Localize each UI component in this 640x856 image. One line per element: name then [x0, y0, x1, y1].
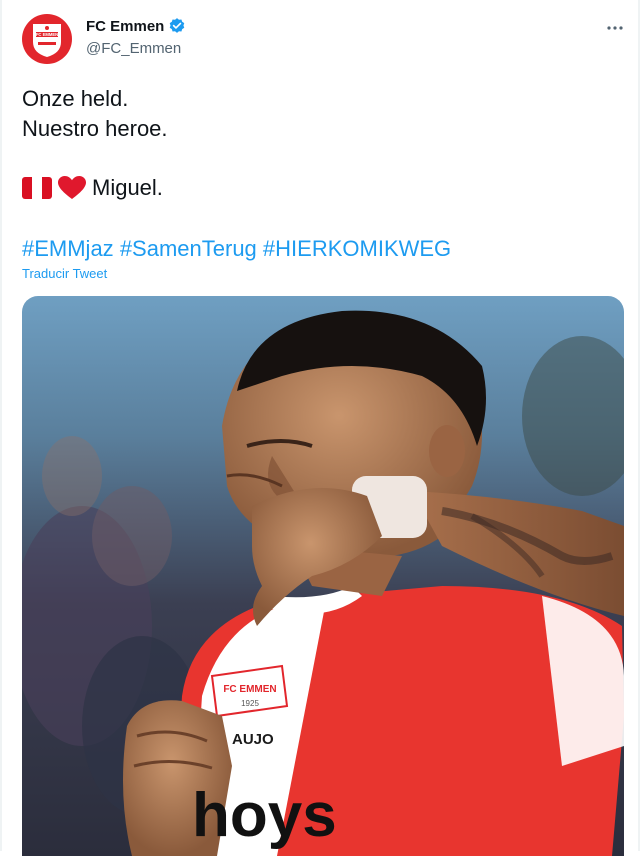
translate-tweet-link[interactable]: Traducir Tweet: [22, 266, 107, 281]
shirt-badge-text: FC EMMEN: [223, 684, 276, 695]
sponsor-text: hoys: [192, 781, 337, 850]
club-crest-icon: FC EMMEN: [33, 24, 61, 57]
author-name-row: FC Emmen: [86, 17, 186, 35]
red-heart-icon: [58, 176, 86, 199]
tweet-text-line-1: Onze held.: [22, 86, 129, 111]
tweet-photo[interactable]: FC EMMEN 1925 AUJO hoys: [22, 296, 624, 856]
player-celebration-photo: FC EMMEN 1925 AUJO hoys: [22, 296, 624, 856]
more-options-button[interactable]: [600, 14, 630, 42]
peru-flag-icon: [22, 177, 52, 199]
hashtag-link[interactable]: #HIERKOMIKWEG: [263, 236, 451, 261]
more-horizontal-icon: [607, 26, 623, 30]
frame-border-left: [0, 0, 2, 851]
verified-badge-icon: [170, 18, 185, 33]
shirt-badge-year: 1925: [241, 699, 259, 708]
author-handle[interactable]: @FC_Emmen: [86, 40, 181, 57]
tweet-text-miguel: Miguel.: [92, 175, 163, 200]
hashtag-row: #EMMjaz #SamenTerug #HIERKOMIKWEG: [22, 236, 451, 262]
avatar[interactable]: FC EMMEN: [22, 14, 72, 64]
shirt-name-text: AUJO: [232, 731, 274, 748]
hashtag-link[interactable]: #EMMjaz: [22, 236, 114, 261]
tweet-text-line-2: Nuestro heroe.: [22, 116, 168, 141]
author-display-name[interactable]: FC Emmen: [86, 18, 164, 35]
tweet-text-line-3: Miguel.: [22, 176, 163, 200]
crest-text: FC EMMEN: [36, 32, 58, 37]
hashtag-link[interactable]: #SamenTerug: [120, 236, 257, 261]
